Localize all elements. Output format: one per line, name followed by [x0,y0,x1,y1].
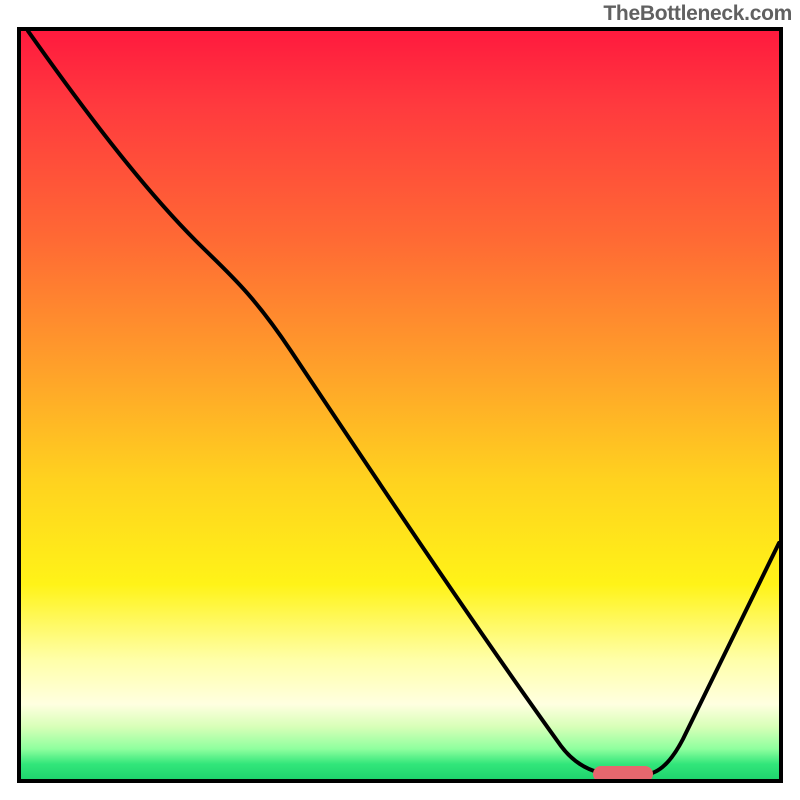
optimum-marker [593,766,653,779]
curve-line [28,31,779,775]
watermark-label: TheBottleneck.com [603,2,792,26]
chart-root: TheBottleneck.com [0,0,800,800]
chart-frame [17,27,783,783]
chart-overlay [21,31,779,779]
